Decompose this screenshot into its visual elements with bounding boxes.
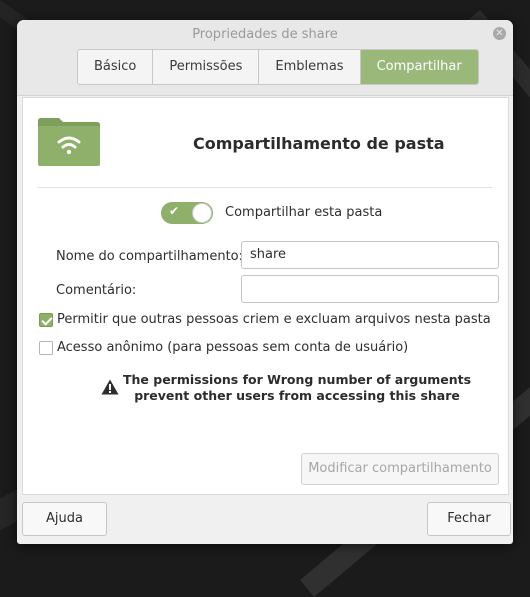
share-folder-switch[interactable]: ✔ xyxy=(161,202,213,224)
shared-folder-icon xyxy=(38,118,100,166)
permission-warning: The permissions for Wrong number of argu… xyxy=(123,372,471,404)
title-bar[interactable]: Propriedades de share ✕ Básico Permissõe… xyxy=(17,20,513,96)
warning-icon xyxy=(101,379,119,395)
tab-share[interactable]: Compartilhar xyxy=(360,50,478,84)
help-button[interactable]: Ajuda xyxy=(22,502,107,536)
close-window-icon[interactable]: ✕ xyxy=(493,27,506,40)
warning-line-1: The permissions for Wrong number of argu… xyxy=(123,372,472,387)
tab-emblems[interactable]: Emblemas xyxy=(259,50,361,84)
guest-access-checkbox[interactable] xyxy=(39,341,53,355)
properties-dialog: Propriedades de share ✕ Básico Permissõe… xyxy=(17,20,513,544)
share-panel: Compartilhamento de pasta ✔ Compartilhar… xyxy=(22,97,509,495)
page-title: Compartilhamento de pasta xyxy=(193,134,445,153)
check-icon: ✔ xyxy=(169,204,180,218)
window-title: Propriedades de share xyxy=(192,27,338,42)
divider xyxy=(37,187,492,188)
allow-others-label[interactable]: Permitir que outras pessoas criem e excl… xyxy=(57,312,491,327)
guest-access-label[interactable]: Acesso anônimo (para pessoas sem conta d… xyxy=(57,340,408,355)
tab-bar: Básico Permissões Emblemas Compartilhar xyxy=(77,49,479,85)
comment-label: Comentário: xyxy=(56,283,137,298)
tab-basic[interactable]: Básico xyxy=(78,50,154,84)
switch-knob xyxy=(192,203,212,223)
modify-share-button[interactable]: Modificar compartilhamento xyxy=(301,453,499,485)
close-button[interactable]: Fechar xyxy=(427,502,511,536)
share-name-input[interactable]: share xyxy=(241,241,499,269)
comment-input[interactable] xyxy=(241,275,499,303)
tab-permissions[interactable]: Permissões xyxy=(153,50,260,84)
share-name-label: Nome do compartilhamento: xyxy=(56,249,243,264)
allow-others-checkbox[interactable] xyxy=(39,313,53,327)
share-folder-label: Compartilhar esta pasta xyxy=(225,205,383,220)
warning-line-2: prevent other users from accessing this … xyxy=(134,388,460,403)
